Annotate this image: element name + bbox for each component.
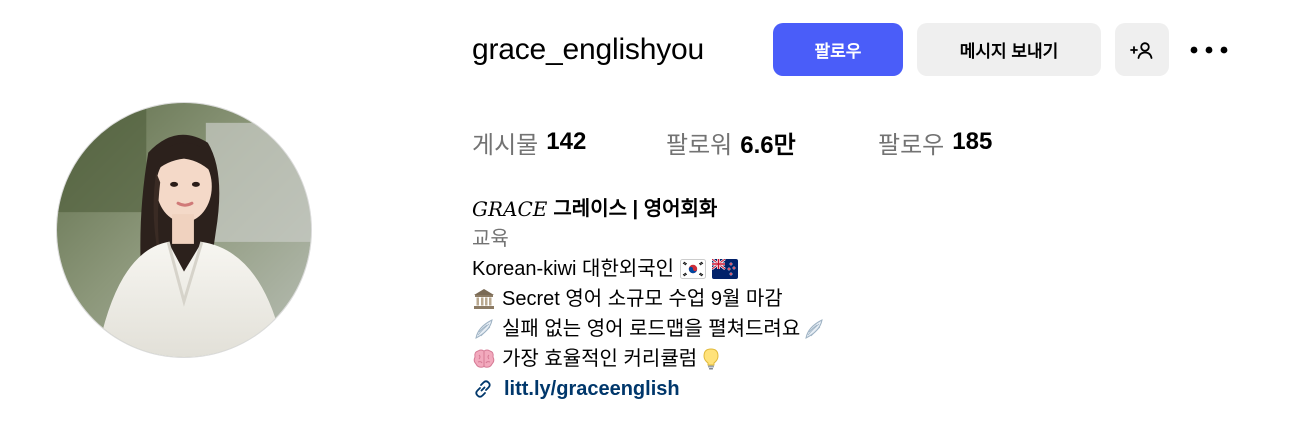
bio-link-text[interactable]: litt.ly/graceenglish <box>504 374 680 404</box>
posts-count: 게시물 142 <box>472 124 586 160</box>
light-bulb-icon <box>699 347 723 371</box>
posts-value: 142 <box>546 128 587 155</box>
following-value: 185 <box>952 128 993 155</box>
bio-name-rest: 그레이스 | 영어회화 <box>553 198 718 220</box>
follow-button[interactable]: 팔로우 <box>773 23 903 76</box>
add-person-icon <box>1130 41 1153 59</box>
bio-category: 교육 <box>472 228 509 250</box>
bio-line-1-text: Korean-kiwi 대한외국인 <box>472 258 675 280</box>
following-count[interactable]: 팔로우 185 <box>878 124 992 160</box>
wing-icon <box>802 317 826 341</box>
bio-line-3: 실패 없는 영어 로드맵을 펼쳐드려요 <box>472 314 1172 344</box>
bio-name-styled: GRACE <box>472 197 548 221</box>
south-korea-flag-icon <box>680 259 707 279</box>
bio-line-2: Secret 영어 소규모 수업 9월 마감 <box>472 284 1172 314</box>
profile-avatar[interactable] <box>56 102 312 358</box>
followers-label: 팔로워 <box>666 131 733 159</box>
bio-line-2-text: Secret 영어 소규모 수업 9월 마감 <box>502 288 783 310</box>
followers-count[interactable]: 팔로워 6.6만 <box>666 124 796 160</box>
bio-line-1: Korean-kiwi 대한외국인 <box>472 254 1172 284</box>
profile-username: grace_englishyou <box>472 33 704 66</box>
more-options-icon <box>1190 46 1228 54</box>
brain-icon <box>472 347 496 371</box>
bio-line-3-text: 실패 없는 영어 로드맵을 펼쳐드려요 <box>502 318 801 340</box>
posts-label: 게시물 <box>472 131 539 159</box>
bio-display-name: GRACE 그레이스 | 영어회화 <box>472 194 1172 224</box>
send-message-button[interactable]: 메시지 보내기 <box>917 23 1101 76</box>
bio-line-4: 가장 효율적인 커리큘럼 <box>472 344 1172 374</box>
profile-bio: GRACE 그레이스 | 영어회화 교육 Korean-kiwi 대한외국인 S… <box>472 194 1172 404</box>
followers-value: 6.6만 <box>740 131 796 159</box>
new-zealand-flag-icon <box>712 259 739 279</box>
classical-building-icon <box>472 287 496 311</box>
avatar-photo <box>57 103 311 357</box>
bio-line-4-text: 가장 효율적인 커리큘럼 <box>502 348 698 370</box>
more-options-button[interactable] <box>1186 30 1232 70</box>
wing-icon <box>472 317 496 341</box>
bio-link[interactable]: litt.ly/graceenglish <box>472 374 1172 404</box>
link-icon <box>472 378 494 400</box>
suggested-accounts-button[interactable] <box>1115 23 1169 76</box>
following-label: 팔로우 <box>878 131 945 159</box>
